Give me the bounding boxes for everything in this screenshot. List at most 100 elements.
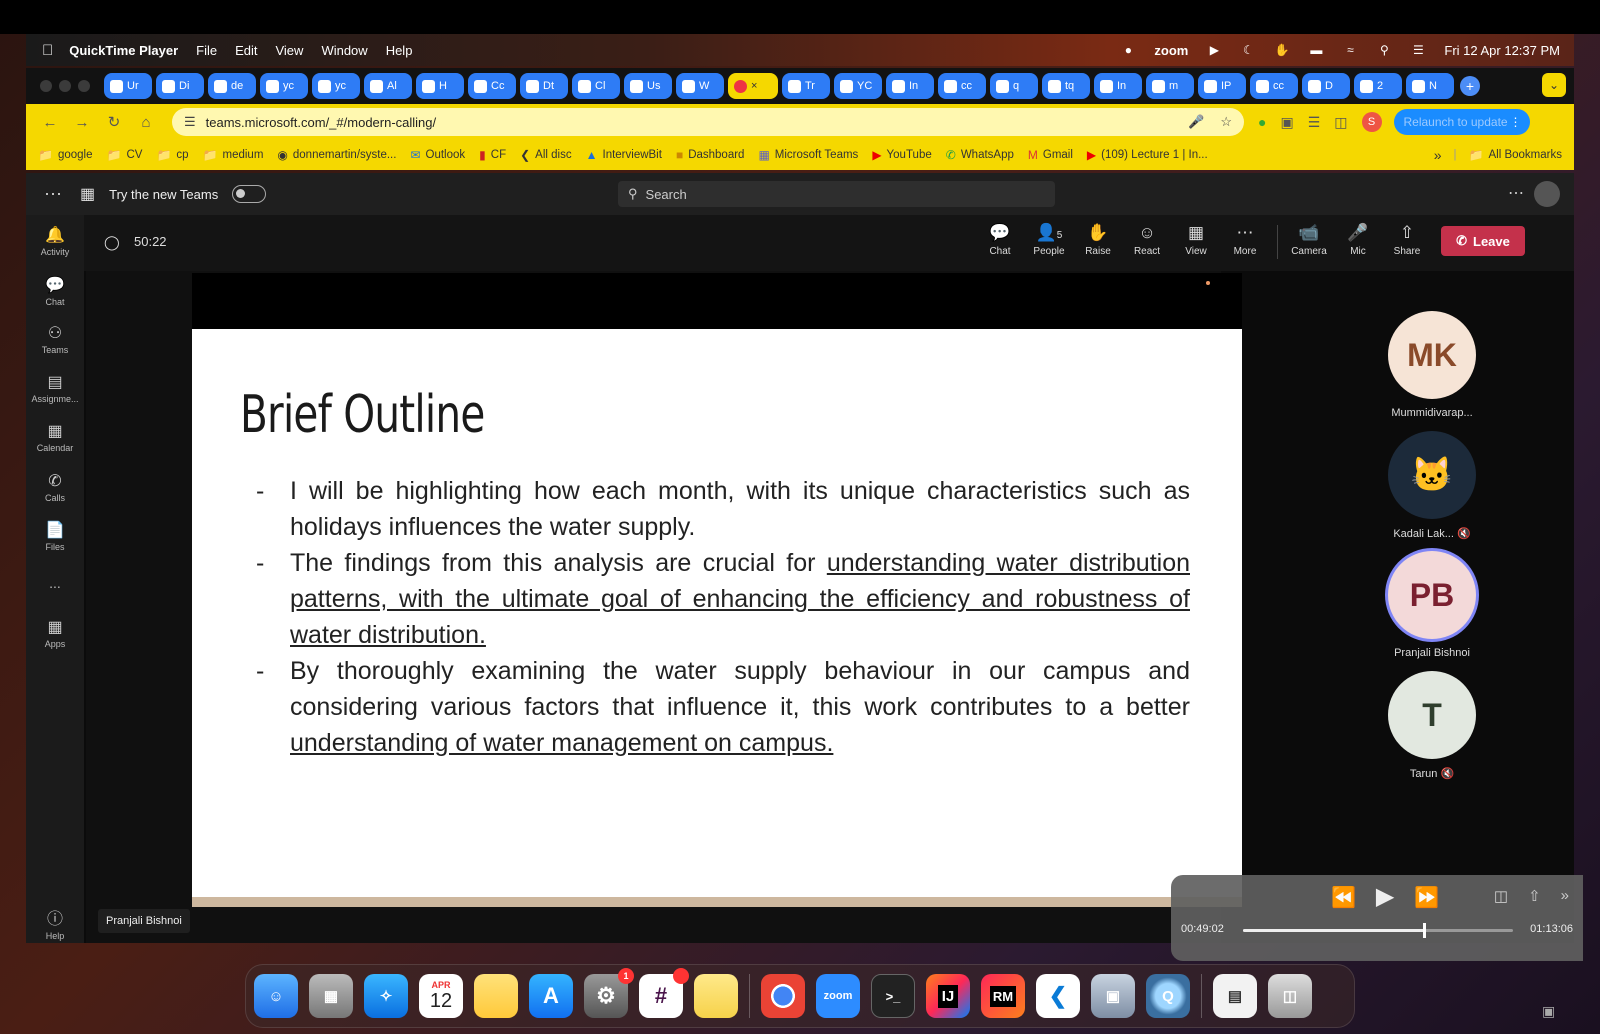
forward-button[interactable]: →: [66, 114, 98, 131]
side-panel-icon[interactable]: ◫: [1334, 114, 1347, 131]
tab-search-button[interactable]: ⌄: [1542, 73, 1566, 97]
stickies-icon[interactable]: [694, 974, 738, 1018]
browser-tab[interactable]: YC: [834, 73, 882, 99]
browser-tab[interactable]: yc: [312, 73, 360, 99]
moon-icon[interactable]: ☾: [1240, 42, 1256, 58]
calendar-app-icon[interactable]: APR 12: [419, 974, 463, 1018]
browser-tab[interactable]: D: [1302, 73, 1350, 99]
bookmark-microsoft-teams[interactable]: ▦ Microsoft Teams: [758, 148, 858, 162]
bookmark-cp[interactable]: 📁 cp: [156, 148, 188, 162]
browser-tab[interactable]: Cc: [468, 73, 516, 99]
menu-edit[interactable]: Edit: [235, 43, 257, 58]
intellij-icon[interactable]: IJ: [926, 974, 970, 1018]
browser-tab[interactable]: cc: [1250, 73, 1298, 99]
zoom-menu-icon[interactable]: zoom: [1154, 43, 1188, 58]
browser-tab[interactable]: Dt: [520, 73, 568, 99]
user-avatar[interactable]: [1534, 181, 1560, 207]
camera-button[interactable]: 📹 Camera: [1285, 223, 1333, 257]
rail-help[interactable]: ⓘ Help: [26, 905, 84, 941]
rail-teams[interactable]: ⚇ Teams: [26, 323, 84, 355]
bookmark-google[interactable]: 📁 google: [38, 148, 93, 162]
chrome-icon[interactable]: [761, 974, 805, 1018]
bookmark-youtube[interactable]: ▶ YouTube: [872, 148, 931, 162]
settings-more-icon[interactable]: ⋯: [1508, 183, 1524, 203]
launchpad-icon[interactable]: ▦: [309, 974, 353, 1018]
trash-icon[interactable]: ◫: [1268, 974, 1312, 1018]
rail-apps[interactable]: ▦ Apps: [26, 617, 84, 649]
control-center-icon[interactable]: ☰: [1410, 42, 1426, 58]
play-circle-icon[interactable]: ▶: [1206, 42, 1222, 58]
participant-tile[interactable]: 🐱 Kadali Lak... 🔇: [1377, 431, 1487, 540]
document-icon[interactable]: ▤: [1213, 974, 1257, 1018]
bookmark-interviewbit[interactable]: ▲ InterviewBit: [586, 148, 662, 162]
browser-tab[interactable]: Ur: [104, 73, 152, 99]
more-button[interactable]: ⋯ More: [1221, 223, 1269, 257]
browser-tab[interactable]: m: [1146, 73, 1194, 99]
fullscreen-window-icon[interactable]: [78, 80, 90, 92]
chat-button[interactable]: 💬 Chat: [976, 223, 1024, 257]
rail-chat[interactable]: 💬 Chat: [26, 275, 84, 307]
vscode-icon[interactable]: ❮: [1036, 974, 1080, 1018]
menu-help[interactable]: Help: [386, 43, 413, 58]
close-window-icon[interactable]: [40, 80, 52, 92]
scrubber-playhead[interactable]: [1422, 923, 1426, 938]
participant-tile[interactable]: T Tarun 🔇: [1377, 671, 1487, 780]
record-icon[interactable]: ●: [1120, 42, 1136, 58]
browser-tab[interactable]: Di: [156, 73, 204, 99]
browser-tab[interactable]: 2: [1354, 73, 1402, 99]
bookmark-star-icon[interactable]: ☆: [1220, 114, 1232, 130]
picture-in-picture-icon[interactable]: ◫: [1494, 887, 1508, 905]
address-bar[interactable]: ☰ teams.microsoft.com/_#/modern-calling/…: [172, 108, 1244, 136]
bookmark-cf[interactable]: ▮ CF: [479, 148, 506, 162]
browser-tab[interactable]: de: [208, 73, 256, 99]
battery-icon[interactable]: ▬: [1308, 42, 1324, 58]
browser-tab[interactable]: N: [1406, 73, 1454, 99]
all-bookmarks-folder[interactable]: 📁 All Bookmarks: [1469, 148, 1562, 162]
microphone-icon[interactable]: 🎤: [1188, 114, 1204, 130]
back-button[interactable]: ←: [34, 114, 66, 131]
browser-tab[interactable]: H: [416, 73, 464, 99]
spotlight-search-icon[interactable]: ⚲: [1376, 42, 1392, 58]
bookmark-gmail[interactable]: M Gmail: [1028, 148, 1073, 162]
bookmark-dashboard[interactable]: ■ Dashboard: [676, 148, 745, 162]
site-settings-icon[interactable]: ☰: [184, 114, 196, 130]
share-icon[interactable]: ⇧: [1528, 887, 1541, 905]
minimize-window-icon[interactable]: [59, 80, 71, 92]
url-text[interactable]: teams.microsoft.com/_#/modern-calling/: [206, 115, 436, 130]
apple-icon[interactable]: : [42, 42, 53, 59]
browser-tab[interactable]: Tr: [782, 73, 830, 99]
wifi-icon[interactable]: ≈: [1342, 42, 1358, 58]
app-store-icon[interactable]: A: [529, 974, 573, 1018]
profile-avatar[interactable]: S: [1361, 112, 1382, 132]
bookmark-whatsapp[interactable]: ✆ WhatsApp: [946, 148, 1014, 162]
browser-tab[interactable]: IP: [1198, 73, 1246, 99]
share-button[interactable]: ⇧ Share: [1383, 223, 1431, 257]
browser-tab-active[interactable]: ×: [728, 73, 778, 99]
bookmarks-overflow-button[interactable]: »: [1434, 147, 1442, 163]
participant-tile[interactable]: MK Mummidivarap...: [1377, 311, 1487, 419]
rail-calls[interactable]: ✆ Calls: [26, 471, 84, 503]
try-new-teams-toggle[interactable]: [232, 185, 267, 203]
app-launcher-icon[interactable]: ⋯: [26, 184, 80, 205]
notes-icon[interactable]: [474, 974, 518, 1018]
leave-button[interactable]: ✆ Leave: [1441, 226, 1525, 256]
browser-tab[interactable]: W: [676, 73, 724, 99]
safari-icon[interactable]: ✧: [364, 974, 408, 1018]
browser-tab[interactable]: In: [1094, 73, 1142, 99]
app-name-menu[interactable]: QuickTime Player: [69, 43, 178, 58]
browser-tab[interactable]: Us: [624, 73, 672, 99]
menu-window[interactable]: Window: [321, 43, 367, 58]
zoom-app-icon[interactable]: zoom: [816, 974, 860, 1018]
mic-button[interactable]: 🎤 Mic: [1334, 223, 1382, 257]
screenshot-icon[interactable]: ▣: [1542, 1003, 1555, 1020]
rail-calendar[interactable]: ▦ Calendar: [26, 421, 84, 453]
rail-files[interactable]: 📄 Files: [26, 520, 84, 552]
react-button[interactable]: ☺ React: [1123, 223, 1171, 257]
rail-activity[interactable]: 🔔 Activity: [26, 225, 84, 257]
rubymine-icon[interactable]: RM: [981, 974, 1025, 1018]
scrubber-track[interactable]: [1243, 923, 1513, 938]
media-controls-icon[interactable]: ☰: [1308, 114, 1321, 131]
view-button[interactable]: ▦ View: [1172, 223, 1220, 257]
browser-tab[interactable]: Al: [364, 73, 412, 99]
terminal-icon[interactable]: >_: [871, 974, 915, 1018]
